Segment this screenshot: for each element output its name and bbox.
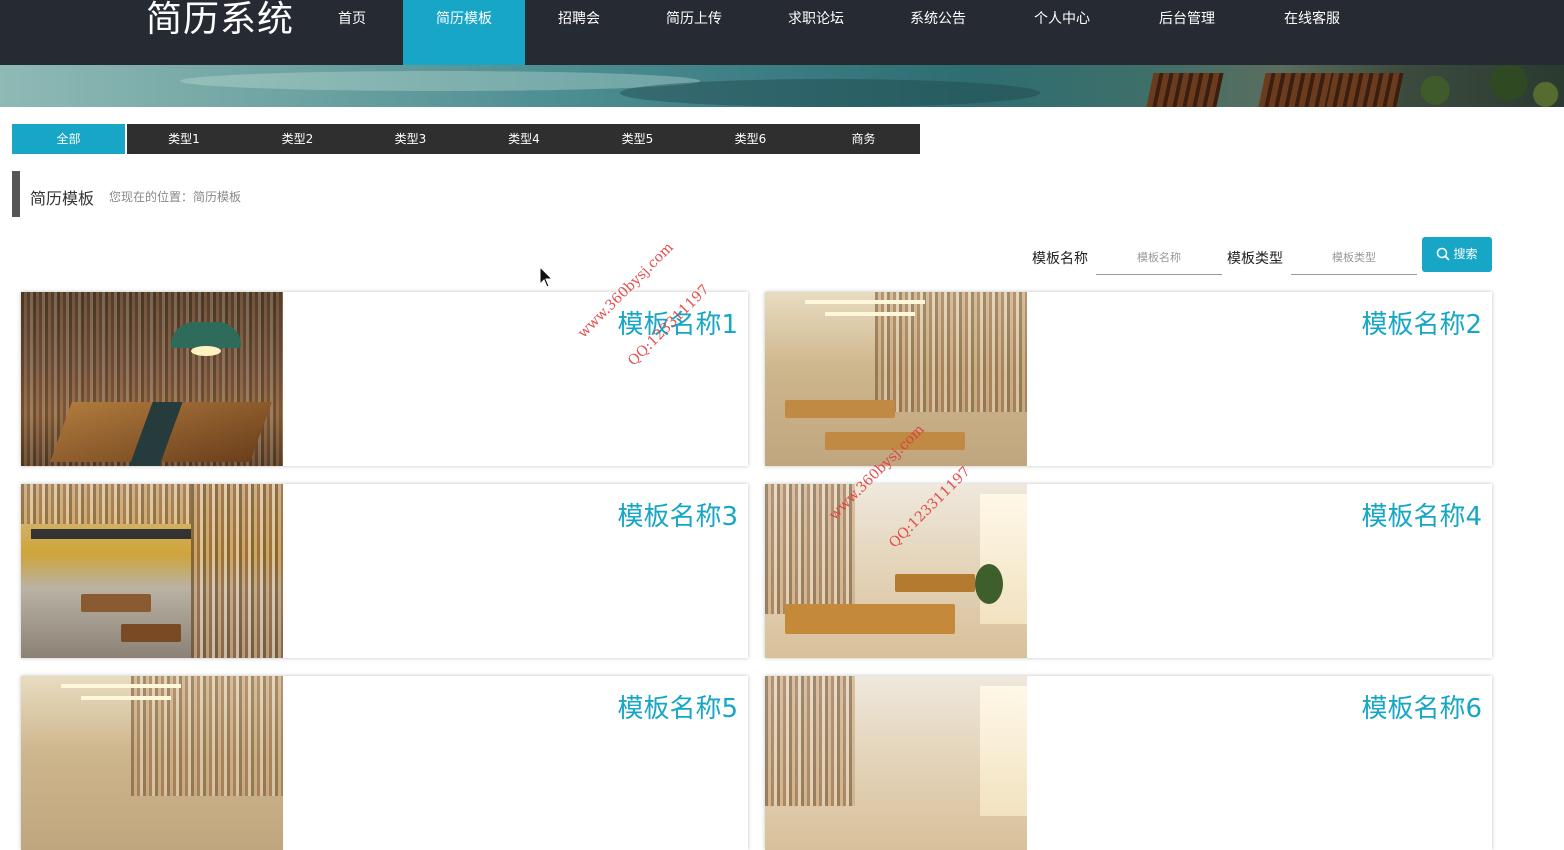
category-tab-type2[interactable]: 类型2 [241,124,354,154]
template-name[interactable]: 模板名称4 [1361,496,1482,533]
nav-item-resume-upload[interactable]: 简历上传 [654,0,734,65]
breadcrumb: 您现在的位置：简历模板 [109,190,242,204]
search-button[interactable]: 搜索 [1422,237,1492,272]
template-card[interactable]: 模板名称4 [765,484,1492,658]
nav-item-resume-templates[interactable]: 简历模板 [403,0,525,65]
hero-banner [0,65,1564,107]
template-thumbnail [21,676,283,850]
nav-item-personal-center[interactable]: 个人中心 [1022,0,1102,65]
title-accent-bar [12,171,20,217]
nav-item-job-fair[interactable]: 招聘会 [539,0,619,65]
template-card[interactable]: 模板名称1 [21,292,748,466]
template-card[interactable]: 模板名称5 [21,676,748,850]
template-thumbnail [765,484,1027,658]
search-icon [1437,247,1451,261]
page-title: 简历模板 [30,189,95,208]
category-tab-type4[interactable]: 类型4 [467,124,581,154]
nav-item-job-forum[interactable]: 求职论坛 [776,0,856,65]
template-thumbnail [21,484,283,658]
nav-item-home[interactable]: 首页 [323,0,381,65]
category-tab-business[interactable]: 商务 [807,124,920,154]
template-name-label: 模板名称 [1032,251,1088,267]
template-name-input[interactable] [1096,240,1222,275]
nav-item-online-service[interactable]: 在线客服 [1272,0,1352,65]
template-thumbnail [765,292,1027,466]
template-name[interactable]: 模板名称6 [1361,688,1482,725]
template-card[interactable]: 模板名称3 [21,484,748,658]
template-card[interactable]: 模板名称6 [765,676,1492,850]
category-tab-all[interactable]: 全部 [12,124,125,154]
template-thumbnail [21,292,283,466]
template-name[interactable]: 模板名称3 [617,496,738,533]
template-type-label: 模板类型 [1227,251,1283,267]
site-logo[interactable]: 简历系统 [146,0,294,40]
template-name[interactable]: 模板名称2 [1361,304,1482,341]
template-type-input[interactable] [1291,240,1417,275]
category-tab-type6[interactable]: 类型6 [694,124,807,154]
category-tab-type5[interactable]: 类型5 [581,124,694,154]
template-name[interactable]: 模板名称5 [617,688,738,725]
template-thumbnail [765,676,1027,850]
category-tab-type3[interactable]: 类型3 [354,124,467,154]
category-tab-type1[interactable]: 类型1 [127,124,241,154]
top-navbar: 简历系统 首页 简历模板 招聘会 简历上传 求职论坛 系统公告 个人中心 后台管… [0,0,1564,65]
nav-item-announcements[interactable]: 系统公告 [898,0,978,65]
search-button-label: 搜索 [1453,247,1478,261]
nav-item-admin[interactable]: 后台管理 [1147,0,1227,65]
mouse-cursor-icon [539,266,553,288]
template-card[interactable]: 模板名称2 [765,292,1492,466]
